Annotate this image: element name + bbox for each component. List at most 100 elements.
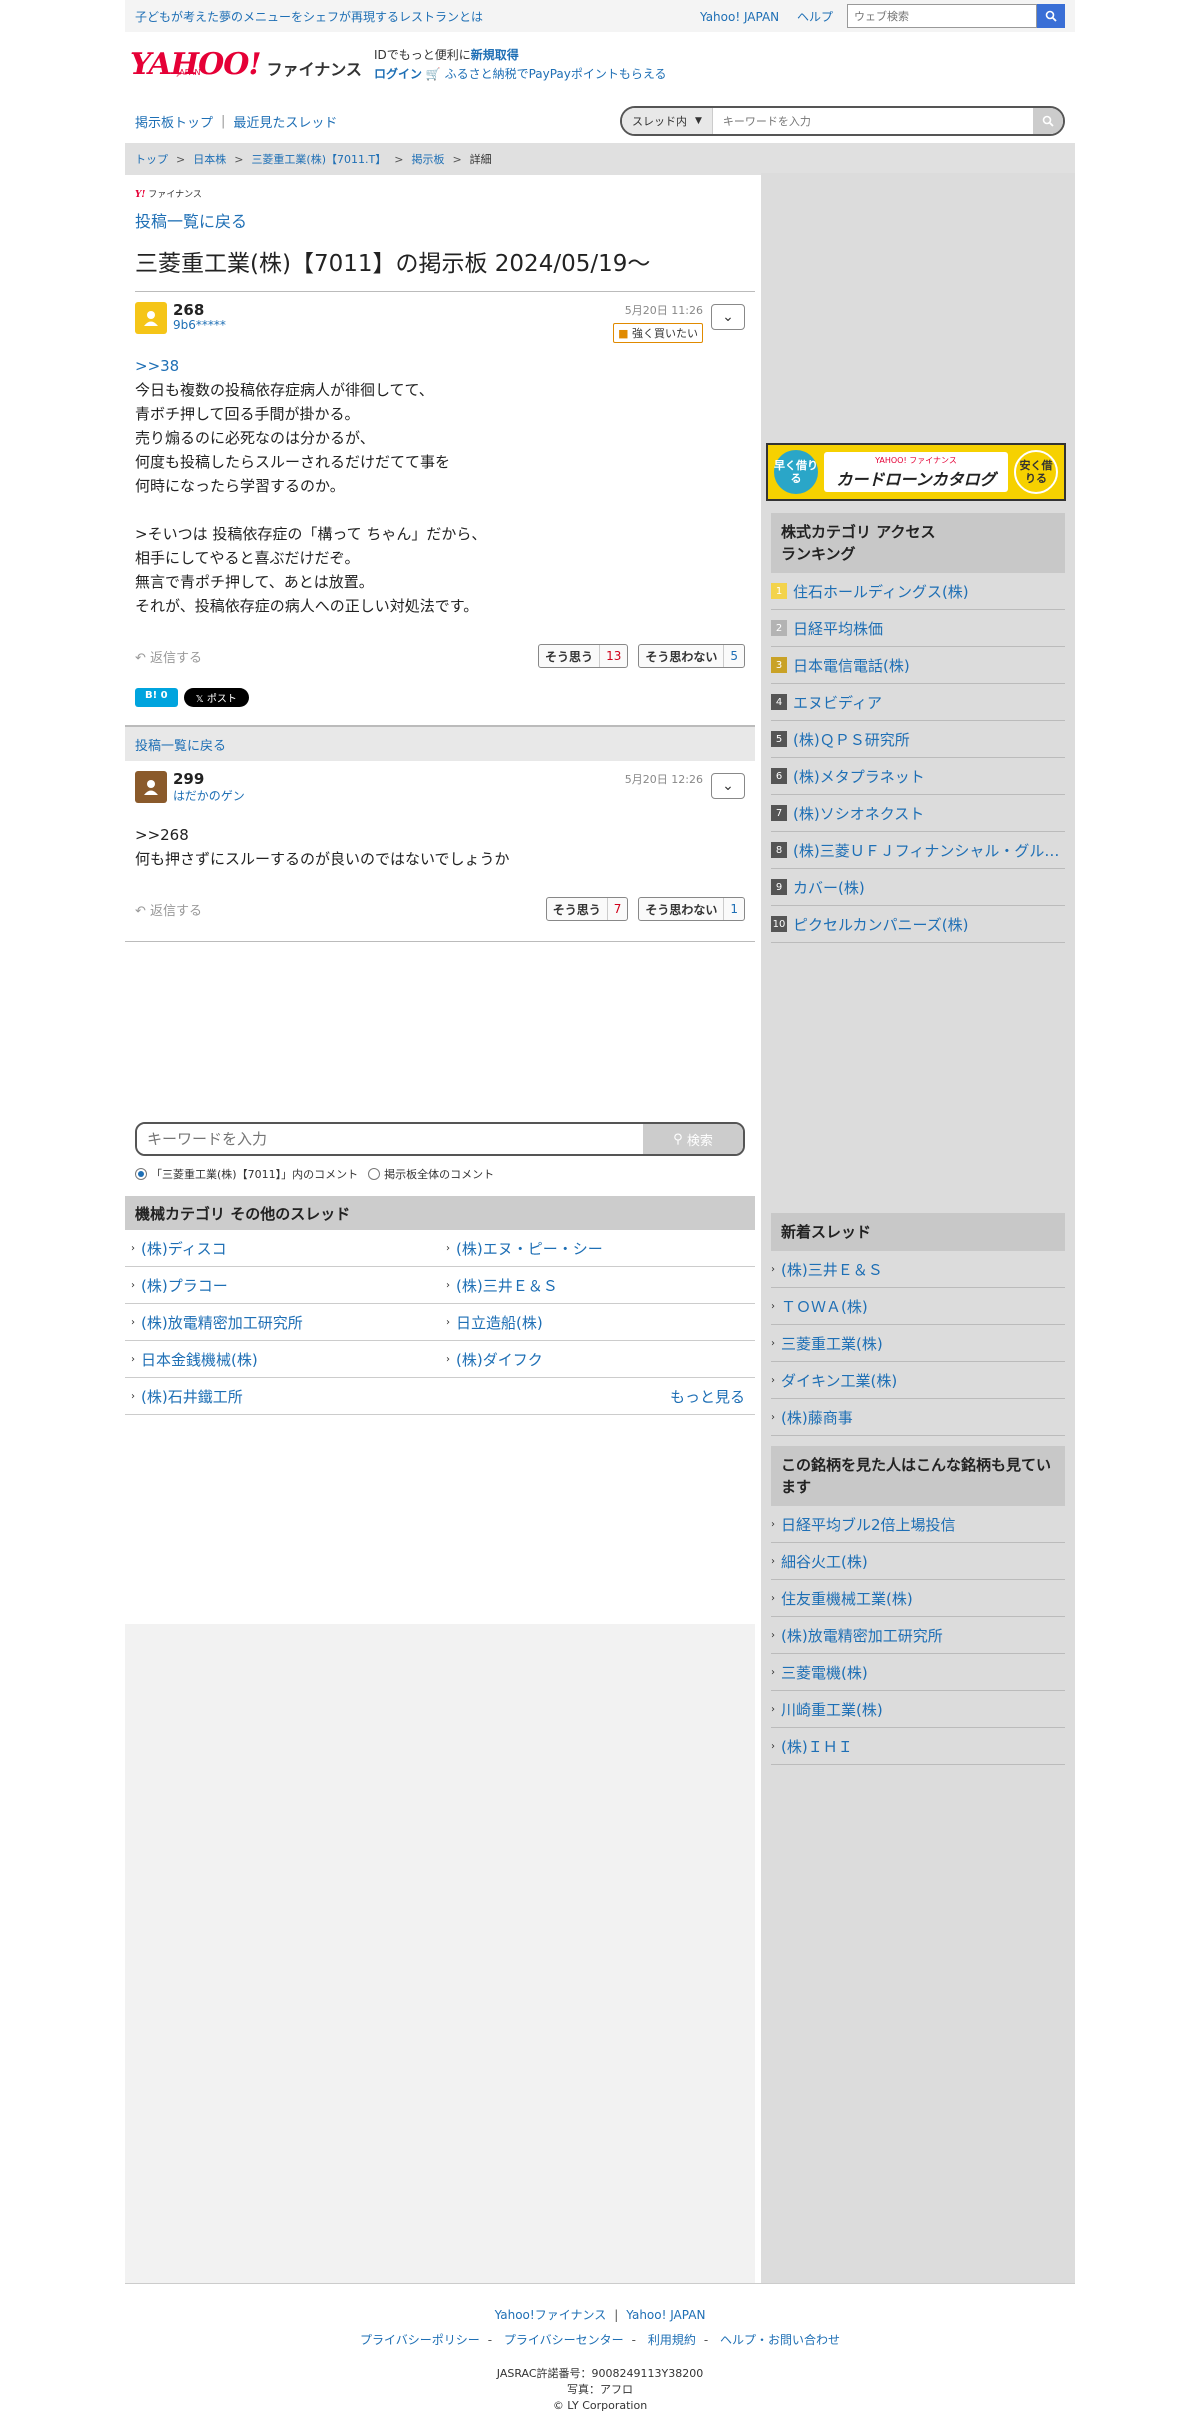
reply-icon: ↶	[135, 650, 146, 666]
search-scope-select[interactable]: スレッド内 ▼	[622, 108, 713, 134]
avatar	[135, 771, 167, 803]
login-area: IDでもっと便利に新規取得 ログイン 🛒 ふるさと納税でPayPayポイントもら…	[373, 47, 667, 81]
reply-button[interactable]: ↶ 返信する	[135, 647, 202, 666]
new-thread-item[interactable]: › ダイキン工業(株)	[771, 1362, 1065, 1399]
radio-all-boards[interactable]: 掲示板全体のコメント	[368, 1166, 494, 1182]
ranking-item[interactable]: 10 ピクセルカンパニーズ(株)	[771, 906, 1065, 943]
also-viewed-item[interactable]: › (株)放電精密加工研究所	[771, 1617, 1065, 1654]
category-item[interactable]: › (株)放電精密加工研究所	[125, 1304, 440, 1341]
comment-search-input[interactable]	[137, 1124, 643, 1154]
board-top-link[interactable]: 掲示板トップ	[135, 112, 213, 131]
board-nav: 掲示板トップ | 最近見たスレッド スレッド内 ▼	[125, 101, 1075, 141]
breadcrumb-board[interactable]: 掲示板	[411, 151, 444, 167]
recent-threads-link[interactable]: 最近見たスレッド	[233, 112, 337, 131]
cart-icon: 🛒	[425, 66, 441, 81]
avatar	[135, 302, 167, 334]
ranking-item[interactable]: 1 住石ホールディングス(株)	[771, 573, 1065, 610]
ranking-item[interactable]: 7 (株)ソシオネクスト	[771, 795, 1065, 832]
footer-yfin-link[interactable]: Yahoo!ファイナンス	[495, 2308, 607, 2322]
category-item[interactable]: › (株)石井鐵工所	[125, 1378, 440, 1415]
ranking-item[interactable]: 6 (株)メタプラネット	[771, 758, 1065, 795]
breadcrumb-japan-stocks[interactable]: 日本株	[193, 151, 226, 167]
new-thread-item[interactable]: › (株)三井Ｅ＆Ｓ	[771, 1251, 1065, 1288]
category-item[interactable]: › (株)ディスコ	[125, 1230, 440, 1267]
back-to-list-link-2[interactable]: 投稿一覧に戻る	[135, 735, 226, 754]
ranking-item[interactable]: 4 エヌビディア	[771, 684, 1065, 721]
web-search-input[interactable]	[847, 4, 1037, 28]
reply-icon: ↶	[135, 903, 146, 919]
anchor-link[interactable]: >>38	[135, 357, 179, 375]
ranking-list: 1 住石ホールディングス(株) 2 日経平均株価 3 日本電信電話(株) 4 エヌビディ…	[771, 573, 1065, 943]
post-number[interactable]: 268	[173, 302, 226, 318]
footer-yjp-link[interactable]: Yahoo! JAPAN	[626, 2308, 705, 2322]
yahoo-finance-logo[interactable]: YAHOO! JAPAN ファイナンス	[130, 49, 362, 80]
help-contact-link[interactable]: ヘルプ・お問い合わせ	[720, 2333, 840, 2347]
breadcrumb: トップ > 日本株 > 三菱重工業(株)【7011.T】 > 掲示板 > 詳細	[125, 143, 1075, 175]
also-viewed-item[interactable]: › 住友重機械工業(株)	[771, 1580, 1065, 1617]
reply-button[interactable]: ↶ 返信する	[135, 900, 202, 919]
footer: Yahoo!ファイナンス | Yahoo! JAPAN プライバシーポリシー - プラ…	[125, 2283, 1075, 2414]
post-user[interactable]: はだかのゲン	[173, 789, 245, 803]
signup-link[interactable]: 新規取得	[471, 48, 519, 62]
furusato-link[interactable]: ふるさと納税でPayPayポイントもらえる	[445, 67, 667, 81]
more-link[interactable]: もっと見る	[440, 1378, 755, 1415]
category-item[interactable]: › (株)プラコー	[125, 1267, 440, 1304]
comment-search: ⚲ 検索	[135, 1122, 745, 1156]
new-thread-item[interactable]: › (株)藤商事	[771, 1399, 1065, 1436]
thread-search-button[interactable]	[1033, 108, 1063, 134]
category-item[interactable]: › (株)エヌ・ピー・シー	[440, 1230, 755, 1267]
post-number[interactable]: 299	[173, 771, 245, 787]
promo-link[interactable]: 子どもが考えた夢のメニューをシェフが再現するレストランとは	[135, 8, 686, 25]
also-viewed-list: › 日経平均ブル2倍上場投信 › 細谷火工(株) › 住友重機械工業(株) › (株)放…	[771, 1506, 1065, 1765]
mini-logo: Y! ファイナンス	[135, 190, 202, 200]
post-user[interactable]: 9b6*****	[173, 318, 226, 332]
category-item[interactable]: › (株)ダイフク	[440, 1341, 755, 1378]
also-viewed-item[interactable]: › 日経平均ブル2倍上場投信	[771, 1506, 1065, 1543]
new-thread-item[interactable]: › 三菱重工業(株)	[771, 1325, 1065, 1362]
breadcrumb-top[interactable]: トップ	[135, 151, 168, 167]
thread-search-input[interactable]	[712, 108, 1033, 134]
category-item[interactable]: › (株)三井Ｅ＆Ｓ	[440, 1267, 755, 1304]
x-post-button[interactable]: 𝕏 ポスト	[183, 688, 249, 707]
agree-button[interactable]: そう思う 7	[545, 897, 629, 921]
category-item[interactable]: › 日立造船(株)	[440, 1304, 755, 1341]
also-viewed-item[interactable]: › (株)ＩＨＩ	[771, 1728, 1065, 1765]
ranking-item[interactable]: 5 (株)ＱＰＳ研究所	[771, 721, 1065, 758]
back-to-list-link[interactable]: 投稿一覧に戻る	[135, 208, 247, 232]
privacy-center-link[interactable]: プライバシーセンター	[504, 2333, 624, 2347]
also-viewed-item[interactable]: › 川崎重工業(株)	[771, 1691, 1065, 1728]
hatena-bookmark-button[interactable]: B! 0	[135, 688, 178, 707]
category-item[interactable]: › 日本金銭機械(株)	[125, 1341, 440, 1378]
breadcrumb-stock[interactable]: 三菱重工業(株)【7011.T】	[251, 151, 386, 167]
ranking-item[interactable]: 3 日本電信電話(株)	[771, 647, 1065, 684]
login-link[interactable]: ログイン	[374, 67, 422, 81]
new-thread-item[interactable]: › ＴＯＷＡ(株)	[771, 1288, 1065, 1325]
disagree-button[interactable]: そう思わない 5	[638, 644, 745, 668]
ranking-item[interactable]: 9 カバー(株)	[771, 869, 1065, 906]
ranking-item[interactable]: 8 (株)三菱ＵＦＪフィナンシャル・グループ	[771, 832, 1065, 869]
search-icon: ⚲	[673, 1131, 683, 1147]
sidebar: 早く借りる YAHOO! ファイナンス カードローンカタログ 安く借りる 株式カテ…	[761, 173, 1075, 2283]
post-menu-button[interactable]: ⌄	[711, 304, 745, 330]
privacy-policy-link[interactable]: プライバシーポリシー	[360, 2333, 480, 2347]
web-search	[847, 4, 1065, 28]
sentiment-badge: ■ 強く買いたい	[613, 323, 703, 343]
post-body: 今日も複数の投稿依存症病人が徘徊してて、 青ボチ押して回る手間が掛かる。 売り煽…	[135, 381, 487, 615]
agree-button[interactable]: そう思う 13	[538, 644, 629, 668]
also-viewed-item[interactable]: › 三菱電機(株)	[771, 1654, 1065, 1691]
also-viewed-item[interactable]: › 細谷火工(株)	[771, 1543, 1065, 1580]
post-body: >>268 何も押さずにスルーするのが良いのではないでしょうか	[135, 826, 510, 868]
chevron-down-icon: ⌄	[722, 778, 734, 794]
share-buttons: B! 0 𝕏 ポスト	[135, 688, 755, 707]
web-search-button[interactable]	[1037, 4, 1065, 28]
disagree-button[interactable]: そう思わない 1	[638, 897, 745, 921]
yahoo-japan-link[interactable]: Yahoo! JAPAN	[700, 10, 779, 24]
post-menu-button[interactable]: ⌄	[711, 773, 745, 799]
terms-link[interactable]: 利用規約	[648, 2333, 696, 2347]
help-link[interactable]: ヘルプ	[797, 10, 833, 24]
card-loan-ad[interactable]: 早く借りる YAHOO! ファイナンス カードローンカタログ 安く借りる	[766, 443, 1066, 501]
comment-search-button[interactable]: ⚲ 検索	[643, 1124, 743, 1154]
radio-this-board[interactable]: 「三菱重工業(株)【7011】」内のコメント	[135, 1166, 358, 1182]
back-bar: 投稿一覧に戻る	[125, 725, 755, 761]
ranking-item[interactable]: 2 日経平均株価	[771, 610, 1065, 647]
